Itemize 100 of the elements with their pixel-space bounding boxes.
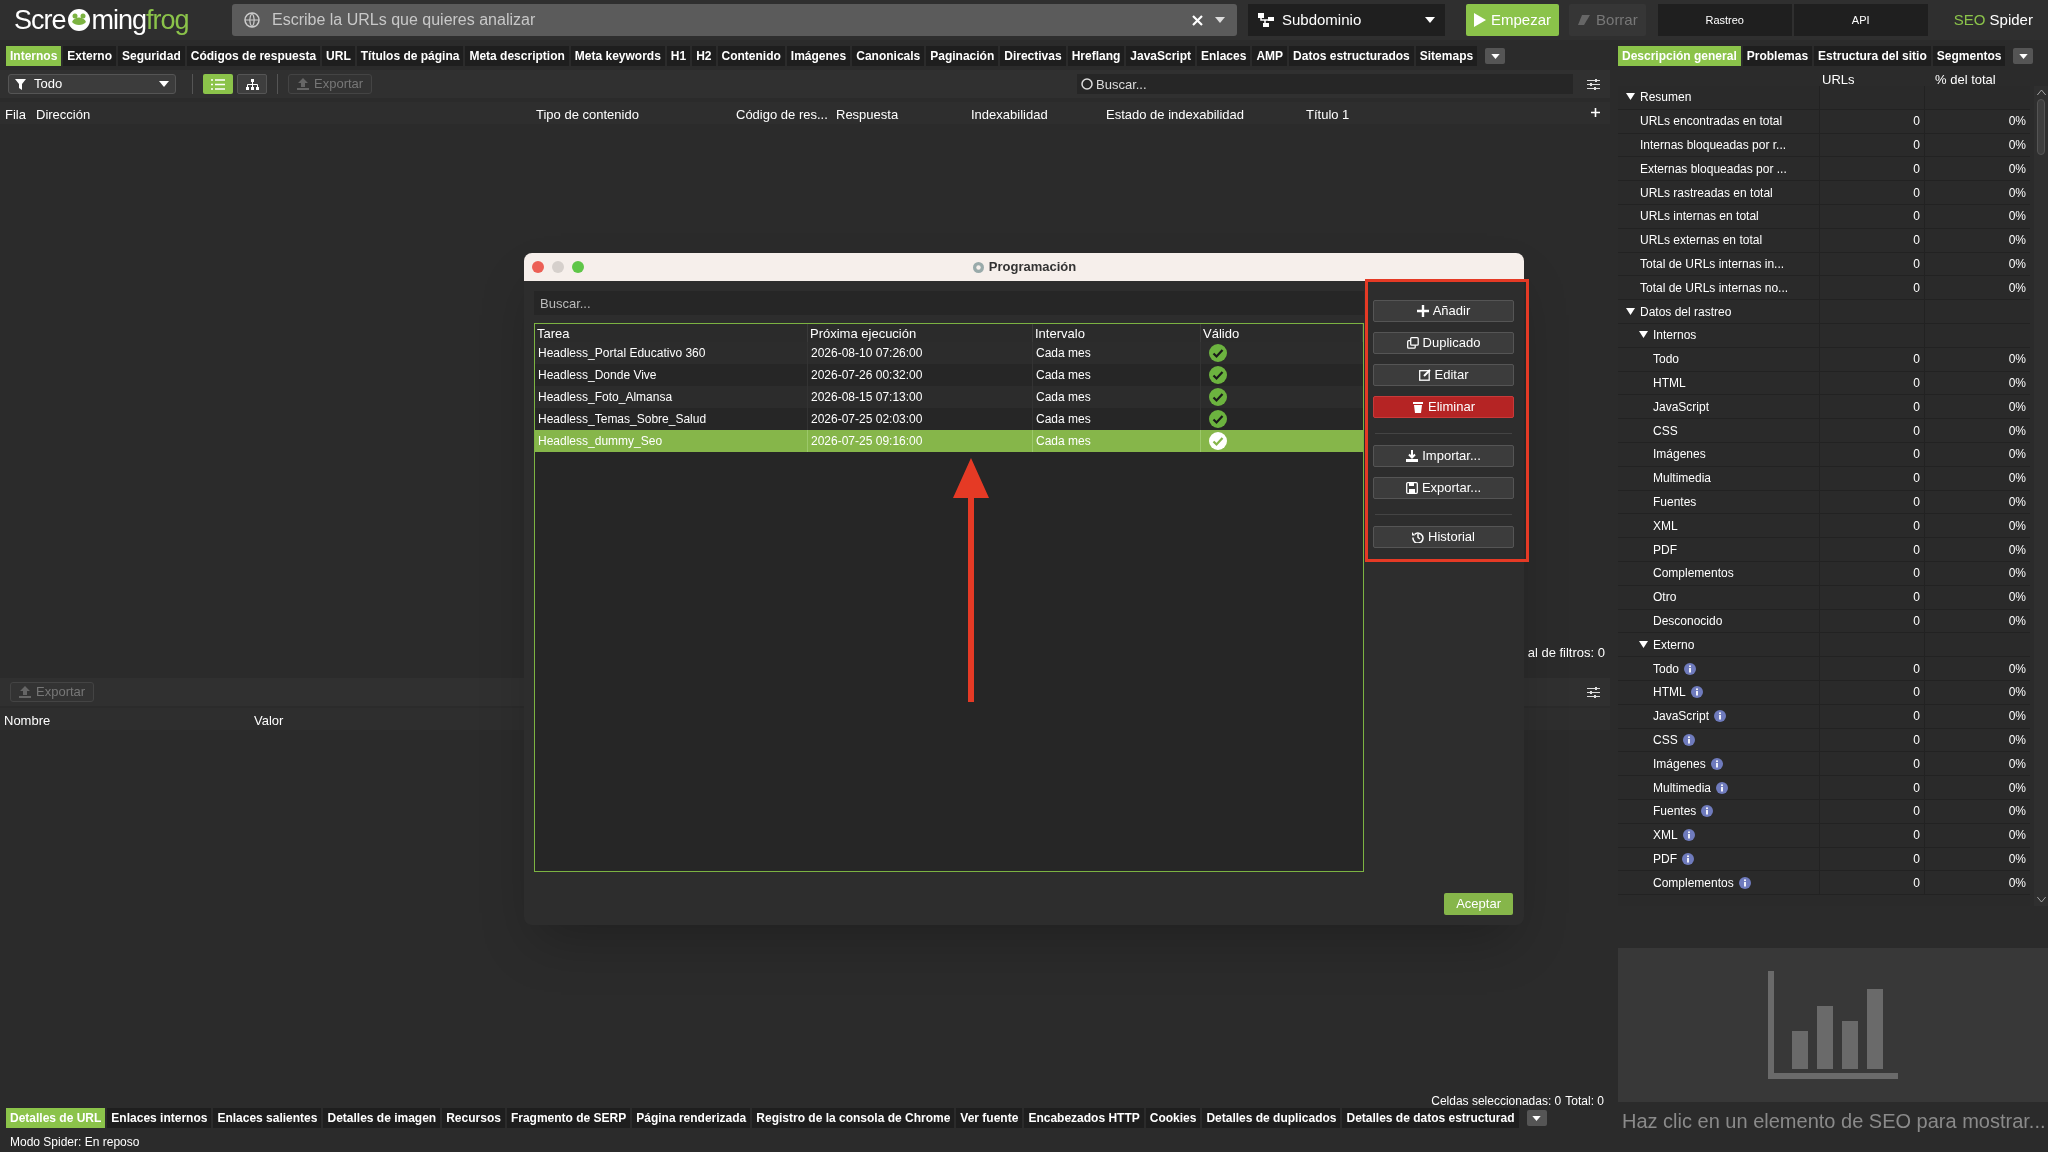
- column-header[interactable]: URLs: [1820, 70, 1925, 86]
- search-field[interactable]: Buscar...: [534, 291, 1364, 315]
- collapse-icon[interactable]: [1639, 331, 1648, 340]
- dialog-button[interactable]: Editar: [1373, 364, 1514, 386]
- tree-item-label[interactable]: Multimedia: [1653, 469, 1712, 488]
- dialog-button[interactable]: Eliminar: [1373, 396, 1514, 418]
- tree-item-label[interactable]: Imágenes: [1653, 445, 1706, 464]
- tree-item-label[interactable]: XML: [1653, 826, 1678, 845]
- tab[interactable]: Detalles de datos estructurad: [1342, 1108, 1519, 1128]
- close-button[interactable]: [532, 261, 544, 273]
- tree-item-label[interactable]: HTML: [1653, 373, 1686, 392]
- column-header[interactable]: Tipo de contenido: [536, 105, 639, 125]
- column-header[interactable]: Respuesta: [836, 105, 899, 125]
- tab[interactable]: Códigos de respuesta: [186, 46, 321, 66]
- tree-item-label[interactable]: URLs rastreadas en total: [1640, 183, 1773, 202]
- more-tabs-button[interactable]: [1485, 48, 1506, 64]
- scroll-down-icon[interactable]: [2036, 897, 2046, 902]
- tree-item-label[interactable]: Complementos: [1653, 564, 1734, 583]
- tab[interactable]: Cookies: [1145, 1108, 1201, 1128]
- tree-item-label[interactable]: JavaScript: [1653, 707, 1710, 726]
- tab[interactable]: Sitemaps: [1415, 46, 1478, 66]
- table-row[interactable]: Headless_Foto_Almansa 2026-08-15 07:13:00 Cada mes: [535, 386, 1363, 408]
- tab[interactable]: Segmentos: [1932, 46, 2006, 66]
- tree-item-label[interactable]: Externas bloqueadas por ...: [1640, 159, 1787, 178]
- tree-item-label[interactable]: Desconocido: [1653, 611, 1723, 630]
- tree-view-button[interactable]: [237, 74, 267, 94]
- tab[interactable]: Hreflang: [1067, 46, 1125, 66]
- tree-item-label[interactable]: Otro: [1653, 588, 1677, 607]
- tree-item-label[interactable]: URLs encontradas en total: [1640, 112, 1783, 131]
- tree-item-label[interactable]: XML: [1653, 516, 1678, 535]
- tab[interactable]: Detalles de imagen: [323, 1108, 441, 1128]
- tree-item-label[interactable]: Internas bloqueadas por r...: [1640, 136, 1787, 154]
- sliders-icon[interactable]: [1587, 686, 1600, 698]
- tab[interactable]: Meta keywords: [570, 46, 665, 66]
- tree-item-label[interactable]: CSS: [1653, 730, 1678, 749]
- tree-item-label[interactable]: Resumen: [1640, 88, 1692, 107]
- tree-item-label[interactable]: CSS: [1653, 421, 1678, 440]
- tab[interactable]: H2: [692, 46, 716, 66]
- tree-item-label[interactable]: Internos: [1653, 326, 1697, 345]
- dialog-button[interactable]: Importar...: [1373, 445, 1514, 467]
- tree-item-label[interactable]: Complementos: [1653, 873, 1734, 892]
- filter-dropdown[interactable]: Todo: [8, 74, 176, 94]
- tab[interactable]: Imágenes: [786, 46, 851, 66]
- tab[interactable]: Datos estructurados: [1289, 46, 1414, 66]
- tab[interactable]: Problemas: [1742, 46, 1813, 66]
- tree-item-label[interactable]: Todo: [1653, 350, 1680, 369]
- tree-item-label[interactable]: Total de URLs internas no...: [1640, 278, 1789, 297]
- collapse-icon[interactable]: [1626, 307, 1635, 316]
- tab[interactable]: AMP: [1252, 46, 1288, 66]
- column-header[interactable]: Código de res...: [736, 105, 828, 125]
- tab[interactable]: H1: [666, 46, 691, 66]
- tree-item-label[interactable]: PDF: [1653, 540, 1677, 559]
- mode-tab[interactable]: Rastreo: [1657, 4, 1792, 36]
- plus-icon[interactable]: [1591, 108, 1600, 117]
- column-header[interactable]: % del total: [1925, 70, 2030, 86]
- info-icon[interactable]: [1738, 876, 1751, 889]
- tab[interactable]: Detalles de duplicados: [1202, 1108, 1341, 1128]
- info-icon[interactable]: [1701, 805, 1714, 818]
- tab[interactable]: Estructura del sitio: [1814, 46, 1931, 66]
- tab[interactable]: Externo: [63, 46, 117, 66]
- tab[interactable]: Enlaces internos: [107, 1108, 212, 1128]
- tab[interactable]: Canonicals: [852, 46, 925, 66]
- tree-item-label[interactable]: Datos del rastreo: [1640, 302, 1732, 321]
- tab[interactable]: Títulos de página: [356, 46, 464, 66]
- column-header[interactable]: Dirección: [36, 105, 91, 125]
- tree-item-label[interactable]: Fuentes: [1653, 802, 1697, 821]
- column-header[interactable]: Estado de indexabilidad: [1106, 105, 1245, 125]
- info-icon[interactable]: [1682, 829, 1695, 842]
- tab[interactable]: Registro de la consola de Chrome: [752, 1108, 955, 1128]
- tab[interactable]: Meta description: [465, 46, 569, 66]
- mode-tab[interactable]: API: [1793, 4, 1928, 36]
- info-icon[interactable]: [1682, 852, 1694, 865]
- collapse-icon[interactable]: [1626, 93, 1635, 102]
- tab[interactable]: JavaScript: [1126, 46, 1196, 66]
- tab[interactable]: Enlaces: [1197, 46, 1251, 66]
- tree-item-label[interactable]: URLs externas en total: [1640, 231, 1763, 250]
- tab[interactable]: Directivas: [1000, 46, 1066, 66]
- tab[interactable]: Paginación: [926, 46, 999, 66]
- tab[interactable]: Contenido: [717, 46, 785, 66]
- column-header[interactable]: Valor: [254, 711, 284, 731]
- info-icon[interactable]: [1710, 757, 1723, 770]
- tree-item-label[interactable]: Multimedia: [1653, 778, 1712, 797]
- tab[interactable]: Fragmento de SERP: [506, 1108, 631, 1128]
- column-header[interactable]: Indexabilidad: [971, 105, 1048, 125]
- tree-item-label[interactable]: HTML: [1653, 683, 1686, 702]
- info-icon[interactable]: [1684, 662, 1697, 675]
- tree-item-label[interactable]: Total de URLs internas in...: [1640, 254, 1785, 273]
- dialog-button[interactable]: Añadir: [1373, 300, 1514, 322]
- column-header[interactable]: Fila: [5, 105, 26, 125]
- more-tabs-button[interactable]: [2013, 48, 2034, 64]
- tab[interactable]: URL: [322, 46, 355, 66]
- tab[interactable]: Seguridad: [118, 46, 185, 66]
- tab[interactable]: Enlaces salientes: [213, 1108, 322, 1128]
- collapse-icon[interactable]: [1639, 640, 1648, 649]
- scrollbar-thumb[interactable]: [2037, 99, 2045, 155]
- tab[interactable]: Página renderizada: [632, 1108, 751, 1128]
- sliders-icon[interactable]: [1587, 78, 1600, 90]
- tab[interactable]: Recursos: [442, 1108, 505, 1128]
- info-icon[interactable]: [1714, 710, 1727, 723]
- tab[interactable]: Encabezados HTTP: [1024, 1108, 1144, 1128]
